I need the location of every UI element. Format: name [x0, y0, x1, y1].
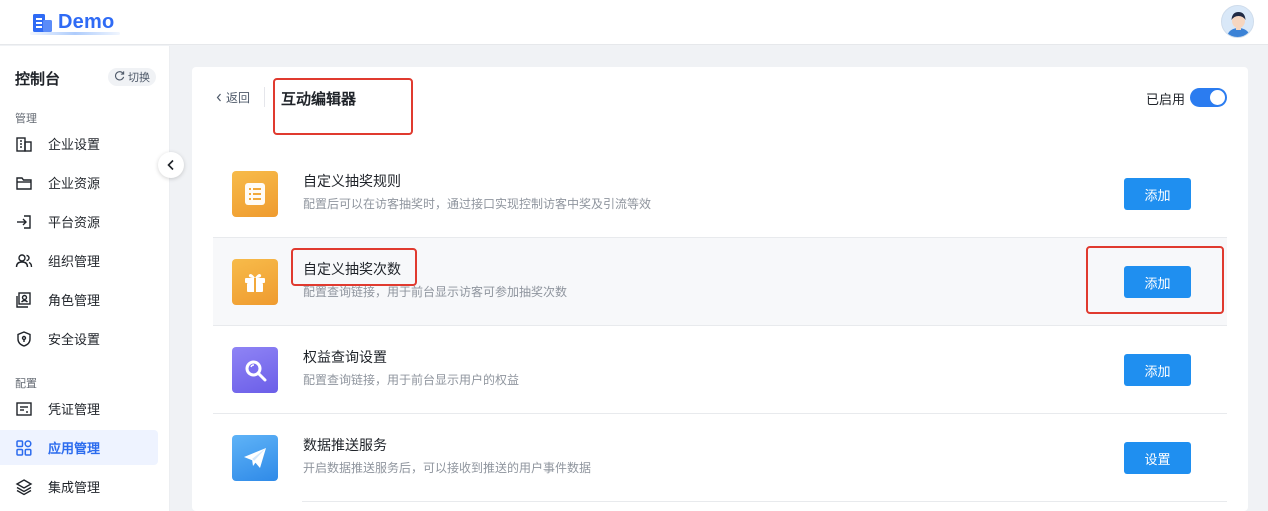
collapse-sidebar-button[interactable]	[158, 152, 184, 178]
sidebar-item-apps[interactable]: 应用管理	[0, 430, 158, 465]
sidebar-item-platform-resources[interactable]: 平台资源	[0, 204, 158, 239]
row-description: 配置查询链接，用于前台显示用户的权益	[303, 373, 520, 387]
logo-underline	[30, 32, 120, 35]
sidebar-item-enterprise-resources[interactable]: 企业资源	[0, 165, 158, 200]
logo[interactable]: Demo	[30, 7, 120, 37]
folder-icon	[15, 174, 33, 192]
list-item: 自定义抽奖规则 配置后可以在访客抽奖时，通过接口实现控制访客中奖及引流等效 添加	[213, 150, 1227, 238]
building-logo-icon	[30, 10, 54, 34]
sidebar-item-label: 平台资源	[48, 216, 101, 231]
sidebar-item-integrations[interactable]: 集成管理	[0, 469, 158, 504]
login-icon	[15, 213, 33, 231]
enabled-label: 已启用	[1146, 93, 1186, 108]
sidebar-item-roles[interactable]: 角色管理	[0, 282, 158, 317]
section-label-manage: 管理	[15, 112, 37, 125]
search-icon	[232, 347, 278, 393]
users-icon	[15, 252, 33, 270]
sidebar: 控制台 切换 管理 企业设置 企业资源 平台资源 组织管理 角色管理 安全设置 …	[0, 46, 170, 511]
sidebar-item-label: 企业设置	[48, 138, 101, 153]
credential-icon	[15, 400, 33, 418]
back-label: 返回	[226, 91, 251, 105]
add-button[interactable]: 添加	[1124, 178, 1191, 210]
toggle-knob	[1210, 90, 1225, 105]
sidebar-item-organization[interactable]: 组织管理	[0, 243, 158, 278]
sidebar-item-label: 应用管理	[48, 442, 101, 457]
annotation-highlight-row-title	[291, 248, 417, 286]
row-title: 数据推送服务	[303, 438, 387, 454]
section-label-config: 配置	[15, 377, 37, 390]
sidebar-item-credentials[interactable]: 凭证管理	[0, 391, 158, 426]
sidebar-item-enterprise-settings[interactable]: 企业设置	[0, 126, 158, 161]
send-icon	[232, 435, 278, 481]
sidebar-item-label: 安全设置	[48, 333, 101, 348]
row-description: 开启数据推送服务后，可以接收到推送的用户事件数据	[303, 461, 592, 475]
back-link[interactable]: 返回	[216, 89, 250, 106]
role-icon	[15, 291, 33, 309]
chevron-left-icon	[166, 156, 176, 175]
add-button[interactable]: 添加	[1124, 354, 1191, 386]
top-bar: Demo	[0, 0, 1268, 45]
chevron-left-icon	[216, 91, 222, 105]
shield-icon	[15, 330, 33, 348]
sidebar-item-label: 集成管理	[48, 481, 101, 496]
enabled-toggle[interactable]	[1190, 88, 1227, 107]
list-doc-icon	[232, 171, 278, 217]
sidebar-item-label: 组织管理	[48, 255, 101, 270]
console-title: 控制台	[15, 70, 61, 88]
apps-icon	[15, 439, 33, 457]
logo-text: Demo	[58, 10, 115, 33]
list-item: 权益查询设置 配置查询链接，用于前台显示用户的权益 添加	[213, 326, 1227, 414]
refresh-icon	[114, 70, 125, 84]
building-icon	[15, 135, 33, 153]
switch-button[interactable]: 切换	[108, 68, 156, 86]
row-title: 自定义抽奖规则	[303, 174, 401, 190]
list-item: 数据推送服务 开启数据推送服务后，可以接收到推送的用户事件数据 设置	[213, 414, 1227, 502]
sidebar-item-label: 角色管理	[48, 294, 101, 309]
settings-button[interactable]: 设置	[1124, 442, 1191, 474]
divider	[302, 501, 1227, 502]
sidebar-item-security[interactable]: 安全设置	[0, 321, 158, 356]
sidebar-item-label: 凭证管理	[48, 403, 101, 418]
gift-icon	[232, 259, 278, 305]
sidebar-item-label: 企业资源	[48, 177, 101, 192]
row-description: 配置后可以在访客抽奖时，通过接口实现控制访客中奖及引流等效	[303, 197, 652, 211]
switch-label: 切换	[128, 71, 150, 84]
row-title: 权益查询设置	[303, 350, 387, 366]
header-divider	[264, 87, 265, 107]
annotation-highlight-add-button	[1086, 246, 1224, 314]
main-card: 返回 互动编辑器 已启用 自定义抽奖规则 配置后可以在访客抽奖时，通过接口实现控…	[192, 67, 1248, 511]
avatar[interactable]	[1221, 5, 1254, 38]
layers-icon	[15, 478, 33, 496]
annotation-highlight-title	[273, 78, 413, 135]
